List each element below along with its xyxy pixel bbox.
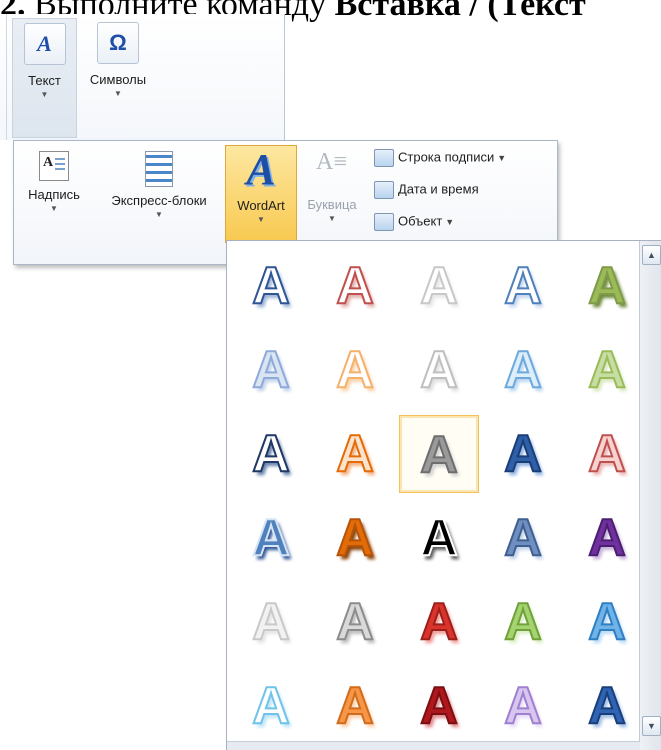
wordart-style-6-2[interactable]: A — [315, 667, 395, 745]
wordart-style-4-5[interactable]: A — [567, 499, 647, 577]
wordart-style-2-3[interactable]: A — [399, 331, 479, 409]
chevron-down-icon: ▼ — [257, 215, 265, 224]
textbox-label: Надпись — [28, 187, 80, 202]
wordart-style-3-2[interactable]: A — [315, 415, 395, 493]
chevron-down-icon: ▼ — [114, 89, 122, 98]
wordart-style-1-2[interactable]: A — [315, 247, 395, 325]
wordart-style-6-3[interactable]: A — [399, 667, 479, 745]
chevron-down-icon: ▼ — [155, 210, 163, 219]
wordart-style-2-1[interactable]: A — [231, 331, 311, 409]
wordart-style-4-4[interactable]: A — [483, 499, 563, 577]
wordart-gallery: AAAAAAAAAAAAAAAAAAAAAAAAAAAAAA ▲ ▼ — [226, 240, 661, 750]
wordart-style-2-5[interactable]: A — [567, 331, 647, 409]
signature-line-icon — [374, 149, 394, 167]
wordart-style-4-3[interactable]: A — [399, 499, 479, 577]
wordart-style-2-2[interactable]: A — [315, 331, 395, 409]
step-command: Вставка / (Текст — [334, 0, 586, 23]
signature-line-button[interactable]: Строка подписи ▼ — [374, 149, 506, 171]
date-time-icon — [374, 181, 394, 199]
text-button[interactable]: A Текст ▼ — [12, 18, 77, 138]
chevron-down-icon: ▼ — [328, 214, 336, 223]
object-label: Объект — [398, 213, 443, 229]
drop-cap-button[interactable]: A≡ Буквица ▼ — [299, 145, 365, 241]
wordart-style-3-4[interactable]: A — [483, 415, 563, 493]
wordart-style-3-3[interactable]: A — [399, 415, 479, 493]
wordart-icon: A — [246, 145, 276, 194]
chevron-down-icon: ▼ — [497, 153, 507, 164]
omega-icon: Ω — [97, 22, 139, 64]
signature-line-label: Строка подписи — [398, 149, 495, 165]
wordart-style-6-4[interactable]: A — [483, 667, 563, 745]
wordart-style-1-5[interactable]: A — [567, 247, 647, 325]
textbox-icon: A — [39, 151, 69, 181]
scroll-down-icon[interactable]: ▼ — [642, 716, 661, 736]
text-button-label: Текст — [28, 73, 61, 88]
chevron-down-icon: ▼ — [50, 204, 58, 213]
wordart-style-1-3[interactable]: A — [399, 247, 479, 325]
wordart-style-4-2[interactable]: A — [315, 499, 395, 577]
wordart-style-6-1[interactable]: A — [231, 667, 311, 745]
ribbon-divider — [6, 14, 7, 140]
wordart-style-5-1[interactable]: A — [231, 583, 311, 661]
symbols-button[interactable]: Ω Символы ▼ — [80, 18, 156, 136]
scroll-up-icon[interactable]: ▲ — [642, 245, 661, 265]
symbols-button-label: Символы — [89, 72, 147, 87]
wordart-style-6-5[interactable]: A — [567, 667, 647, 745]
chevron-down-icon: ▼ — [445, 217, 455, 228]
wordart-button[interactable]: A WordArt ▼ — [225, 145, 297, 243]
wordart-style-5-2[interactable]: A — [315, 583, 395, 661]
ribbon-top-group: A Текст ▼ Ω Символы ▼ — [0, 14, 285, 140]
quick-parts-button[interactable]: Экспресс-блоки ▼ — [96, 145, 222, 241]
chevron-down-icon: ▼ — [40, 90, 49, 99]
wordart-style-5-5[interactable]: A — [567, 583, 647, 661]
textbox-button[interactable]: A Надпись ▼ — [16, 145, 92, 241]
text-a-icon: A — [23, 23, 66, 65]
object-button[interactable]: Объект ▼ — [374, 213, 454, 235]
wordart-style-2-4[interactable]: A — [483, 331, 563, 409]
object-icon — [374, 213, 394, 231]
wordart-style-3-1[interactable]: A — [231, 415, 311, 493]
wordart-style-1-4[interactable]: A — [483, 247, 563, 325]
wordart-style-5-3[interactable]: A — [399, 583, 479, 661]
drop-cap-icon: A≡ — [316, 149, 347, 175]
quick-parts-icon — [145, 151, 173, 187]
date-time-label: Дата и время — [398, 181, 479, 197]
wordart-style-1-1[interactable]: A — [231, 247, 311, 325]
wordart-label: WordArt — [237, 198, 285, 213]
drop-cap-label: Буквица — [307, 197, 357, 212]
wordart-style-5-4[interactable]: A — [483, 583, 563, 661]
quick-parts-label: Экспресс-блоки — [111, 193, 207, 208]
wordart-style-3-5[interactable]: A — [567, 415, 647, 493]
gallery-scrollbar[interactable]: ▲ ▼ — [639, 241, 661, 750]
date-time-button[interactable]: Дата и время — [374, 181, 479, 203]
wordart-style-4-1[interactable]: A — [231, 499, 311, 577]
